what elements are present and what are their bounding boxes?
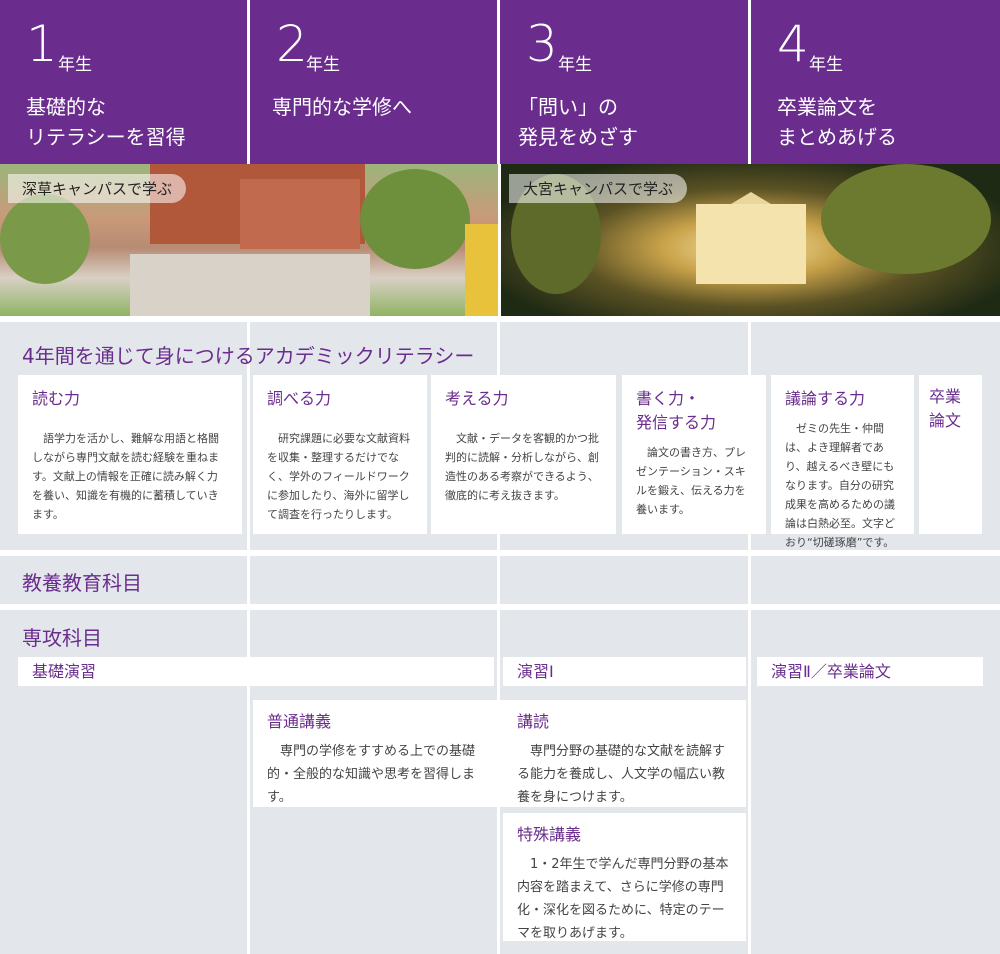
course-title: 特殊講義 — [517, 825, 582, 844]
literacy-card-research: 調べる力 研究課題に必要な文献資料を収集・整理するだけでなく、学外のフィールドワ… — [253, 375, 427, 534]
card-title: 議論する力 — [785, 389, 866, 408]
card-body: 研究課題に必要な文献資料を収集・整理するだけでなく、学外のフィールドワークに参加… — [267, 432, 410, 521]
year-tagline: 「問い」の 発見をめざす — [518, 95, 638, 149]
literacy-card-thinking: 考える力 文献・データを客観的かつ批判的に読解・分析しながら、創造性のある考察が… — [431, 375, 616, 534]
literacy-card-discussion: 議論する力 ゼミの先生・仲間は、よき理解者であり、越えるべき壁にもなります。自分… — [771, 375, 914, 549]
year-unit: 年生 — [58, 55, 92, 75]
photo-caption: 深草キャンパスで学ぶ — [8, 174, 187, 203]
course-body: 専門分野の基礎的な文献を読解する能力を養成し、人文学の幅広い教養を身につけます。 — [517, 744, 726, 805]
card-body: 語学力を活かし、難解な用語と格闘しながら専門文献を読む経験を重ねます。文献上の情… — [32, 432, 219, 521]
year-unit: 年生 — [809, 55, 843, 75]
year-unit: 年生 — [558, 55, 592, 75]
year-tagline: 専門的な学修へ — [272, 95, 412, 119]
seminar-1-bar: 演習Ⅰ — [503, 657, 746, 686]
year-1-header: 1 年生 基礎的な リテラシーを習得 — [0, 0, 247, 164]
course-special-lecture: 特殊講義 1・2年生で学んだ専門分野の基本内容を踏まえて、さらに学修の専門化・深… — [503, 813, 746, 941]
literacy-card-reading: 読む力 語学力を活かし、難解な用語と格闘しながら専門文献を読む経験を重ねます。文… — [18, 375, 242, 534]
year-number: 1 — [26, 15, 58, 73]
course-reading: 講読 専門分野の基礎的な文献を読解する能力を養成し、人文学の幅広い教養を身につけ… — [503, 700, 746, 807]
photo-caption: 大宮キャンパスで学ぶ — [509, 174, 688, 203]
year-tagline: 卒業論文を まとめあげる — [777, 95, 897, 149]
seminar-2-thesis-bar: 演習Ⅱ／卒業論文 — [757, 657, 983, 686]
course-general-lecture: 普通講義 専門の学修をすすめる上での基礎的・全般的な知識や思考を習得します。 — [253, 700, 508, 807]
card-body: ゼミの先生・仲間は、よき理解者であり、越えるべき壁にもなります。自分の研究成果を… — [785, 422, 895, 549]
year-4-header: 4 年生 卒業論文を まとめあげる — [751, 0, 1000, 164]
card-body: 論文の書き方、プレゼンテーション・スキルを鍛え、伝える力を養います。 — [636, 446, 746, 516]
card-title: 書く力・ 発信する力 — [636, 389, 717, 432]
year-2-header: 2 年生 専門的な学修へ — [250, 0, 497, 164]
major-subjects-title: 専攻科目 — [22, 626, 102, 650]
course-title: 講読 — [517, 712, 550, 731]
year-3-header: 3 年生 「問い」の 発見をめざす — [500, 0, 748, 164]
card-title: 考える力 — [445, 389, 509, 408]
course-body: 専門の学修をすすめる上での基礎的・全般的な知識や思考を習得します。 — [267, 744, 476, 805]
year-number: 3 — [526, 15, 558, 73]
course-title: 普通講義 — [267, 712, 332, 731]
omiya-campus-photo: 大宮キャンパスで学ぶ — [501, 164, 1000, 316]
card-title: 卒業 論文 — [929, 387, 962, 430]
literacy-card-writing: 書く力・ 発信する力 論文の書き方、プレゼンテーション・スキルを鍛え、伝える力を… — [622, 375, 766, 534]
card-title: 調べる力 — [267, 389, 332, 408]
general-band — [0, 556, 1000, 604]
fukakusa-campus-photo: 深草キャンパスで学ぶ — [0, 164, 498, 316]
year-number: 2 — [276, 15, 308, 73]
basic-seminar-bar: 基礎演習 — [18, 657, 494, 686]
literacy-card-thesis: 卒業 論文 — [919, 375, 982, 534]
literacy-title: 4年間を通じて身につけるアカデミックリテラシー — [22, 344, 475, 368]
general-education-title: 教養教育科目 — [22, 571, 142, 595]
card-body: 文献・データを客観的かつ批判的に読解・分析しながら、創造性のある考察ができるよう… — [445, 432, 599, 502]
course-body: 1・2年生で学んだ専門分野の基本内容を踏まえて、さらに学修の専門化・深化を図るた… — [517, 857, 729, 941]
year-unit: 年生 — [306, 55, 340, 75]
column-divider — [247, 322, 250, 954]
year-tagline: 基礎的な リテラシーを習得 — [26, 95, 186, 149]
year-number: 4 — [777, 15, 809, 73]
card-title: 読む力 — [32, 389, 81, 408]
